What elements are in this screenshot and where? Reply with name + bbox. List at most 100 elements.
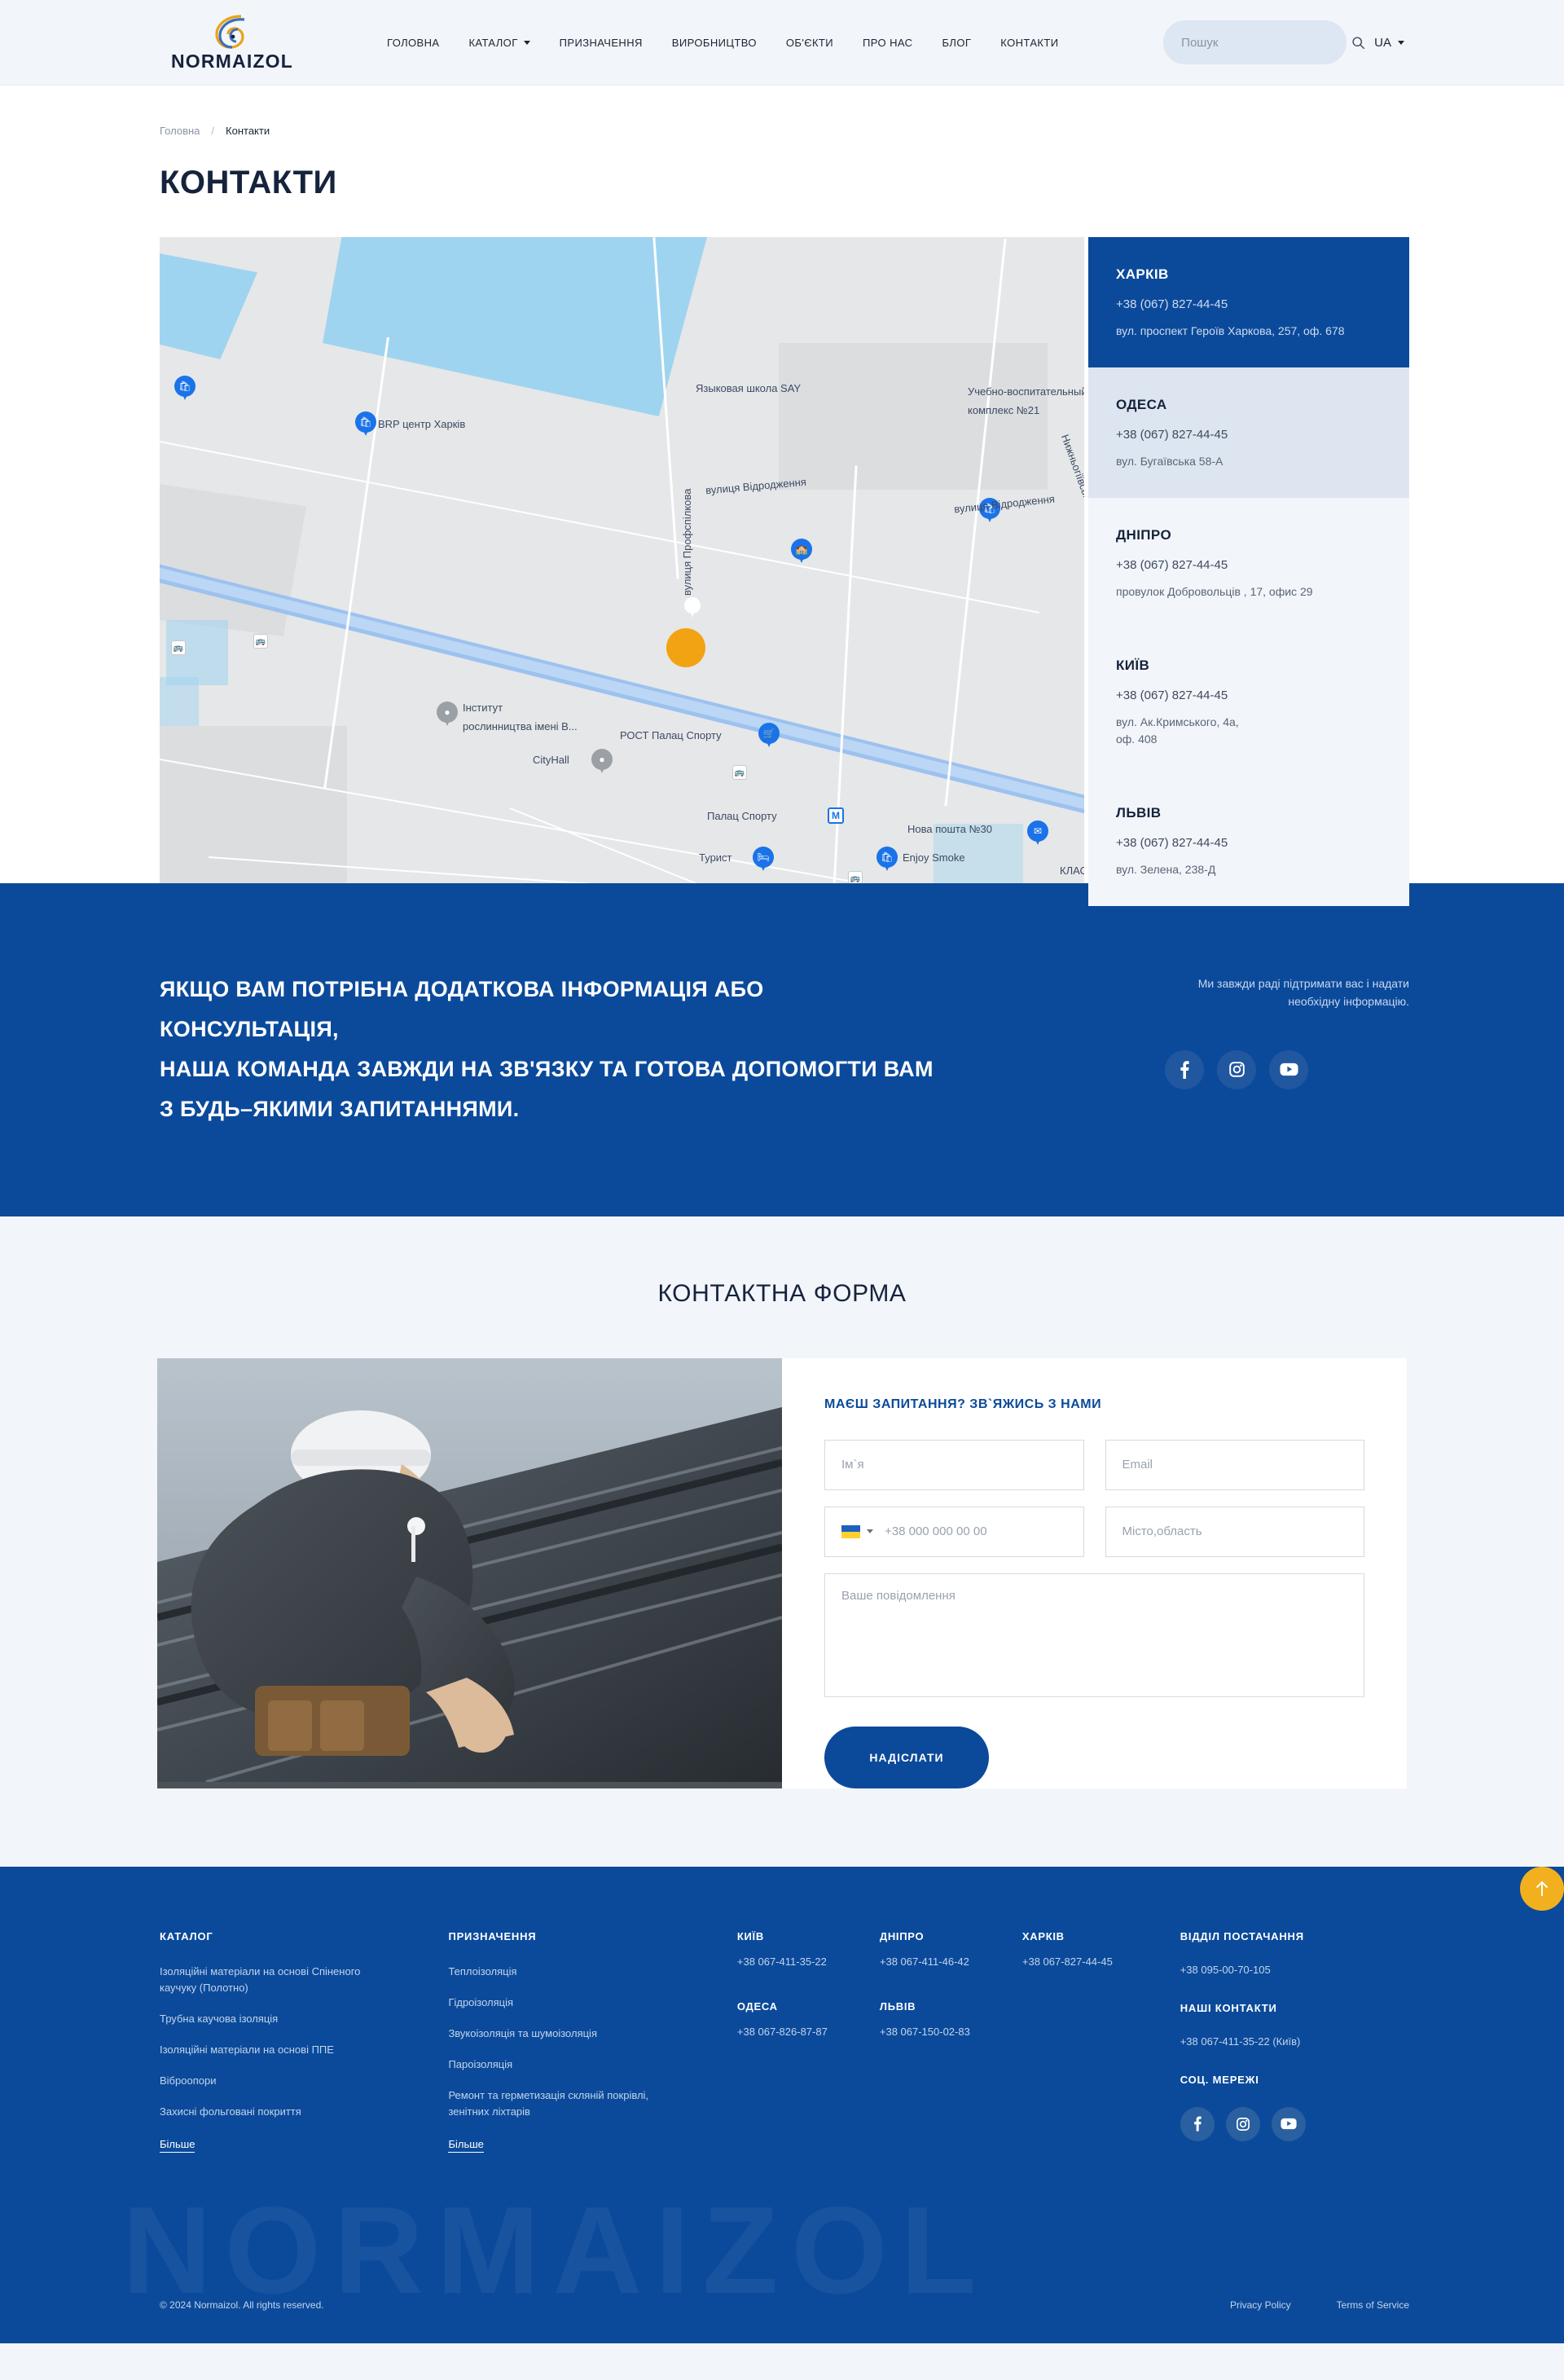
footer-supply-phone[interactable]: +38 095-00-70-105 (1180, 1964, 1409, 1976)
footer-link[interactable]: Захисні фольговані покриття (160, 2104, 396, 2120)
facebook-icon[interactable] (1180, 2106, 1215, 2141)
map-poi-turist-icon[interactable]: 🛏 (753, 847, 774, 874)
footer-more-catalog[interactable]: Більше (160, 2138, 196, 2153)
email-field[interactable] (1105, 1439, 1364, 1490)
office-phone[interactable]: +38 (067) 827-44-45 (1116, 836, 1382, 850)
chevron-down-icon[interactable] (867, 1529, 873, 1533)
footer-more-purpose[interactable]: Більше (448, 2138, 484, 2153)
form-row-2 (824, 1506, 1364, 1557)
map-block (779, 343, 1048, 490)
office-card-lviv[interactable]: ЛЬВІВ +38 (067) 827-44-45 вул. Зелена, 2… (1088, 776, 1409, 906)
office-card-kharkiv[interactable]: ХАРКІВ +38 (067) 827-44-45 вул. проспект… (1088, 237, 1409, 367)
map-bus-stop-icon[interactable]: 🚌 (171, 640, 186, 655)
map-bus-stop-icon[interactable]: 🚌 (253, 634, 268, 649)
map-label: комплекс №21 (968, 404, 1040, 416)
terms-of-service-link[interactable]: Terms of Service (1337, 2299, 1409, 2311)
footer-link[interactable]: Теплоізоляція (448, 1964, 684, 1980)
map-poi-brp-icon[interactable]: 🛍 (355, 411, 376, 439)
footer-contacts-phone[interactable]: +38 067-411-35-22 (Київ) (1180, 2035, 1409, 2048)
nav-item-production[interactable]: ВИРОБНИЦТВО (672, 37, 757, 49)
map-label: Enjoy Smoke (903, 851, 965, 864)
footer-link[interactable]: Ізоляційні матеріали на основі ППЕ (160, 2042, 396, 2058)
footer-link[interactable]: Ізоляційні матеріали на основі Спіненого… (160, 1964, 396, 1996)
footer-city-dnipro: ДНІПРО +38 067-411-46-42 (880, 1930, 1022, 1968)
submit-button[interactable]: НАДІСЛАТИ (824, 1726, 989, 1788)
office-phone[interactable]: +38 (067) 827-44-45 (1116, 688, 1382, 702)
privacy-policy-link[interactable]: Privacy Policy (1230, 2299, 1291, 2311)
office-card-dnipro[interactable]: ДНІПРО +38 (067) 827-44-45 провулок Добр… (1088, 498, 1409, 628)
nav-item-blog[interactable]: БЛОГ (942, 37, 971, 49)
footer-column-supply: ВІДДІЛ ПОСТАЧАННЯ +38 095-00-70-105 НАШІ… (1180, 1930, 1409, 2153)
footer-link[interactable]: Ремонт та герметизація скляній покрівлі,… (448, 2087, 684, 2120)
name-input[interactable] (841, 1458, 1067, 1472)
map-poi-rost-icon[interactable]: 🛒 (758, 723, 780, 750)
footer-link[interactable]: Пароізоляція (448, 2057, 684, 2073)
office-card-kyiv[interactable]: КИЇВ +38 (067) 827-44-45 вул. Ак.Кримськ… (1088, 628, 1409, 776)
breadcrumb-home[interactable]: Головна (160, 125, 200, 137)
youtube-icon[interactable] (1271, 2106, 1306, 2141)
email-input[interactable] (1122, 1458, 1347, 1472)
language-selector[interactable]: UA (1374, 36, 1404, 50)
footer-city-phone[interactable]: +38 067-827-44-45 (1022, 1955, 1165, 1968)
site-logo[interactable]: NORMAIZOL (155, 13, 310, 73)
office-phone[interactable]: +38 (067) 827-44-45 (1116, 428, 1382, 442)
search-icon[interactable] (1351, 36, 1365, 50)
map-poi-shop-icon[interactable]: 🛍 (174, 376, 196, 403)
scroll-to-top-button[interactable] (1520, 1866, 1564, 1911)
phone-input[interactable] (885, 1524, 1067, 1538)
footer-city-phone[interactable]: +38 067-411-46-42 (880, 1955, 1022, 1968)
office-phone[interactable]: +38 (067) 827-44-45 (1116, 558, 1382, 572)
facebook-icon[interactable] (1165, 1049, 1204, 1089)
message-input[interactable] (841, 1588, 1347, 1682)
map-office-marker[interactable] (666, 628, 705, 667)
instagram-icon[interactable] (1217, 1049, 1256, 1089)
language-label: UA (1374, 35, 1391, 50)
map-poi-enjoysmoke-icon[interactable]: 🛍 (876, 847, 898, 874)
cta-side: Ми завжди раді підтримати вас і надати н… (1165, 970, 1409, 1089)
map-poi-institute-icon[interactable]: ● (437, 702, 458, 729)
city-field[interactable] (1105, 1506, 1364, 1557)
chevron-down-icon (523, 40, 530, 45)
arrow-up-icon (1535, 1881, 1549, 1896)
offices-list: ХАРКІВ +38 (067) 827-44-45 вул. проспект… (1088, 237, 1409, 906)
footer-link[interactable]: Віброопори (160, 2073, 396, 2089)
nav-item-home[interactable]: ГОЛОВНА (387, 37, 439, 49)
cta-line-2: НАША КОМАНДА ЗАВЖДИ НА ЗВ'ЯЗКУ ТА ГОТОВА… (160, 1057, 934, 1082)
instagram-icon[interactable] (1225, 2106, 1260, 2141)
message-field[interactable] (824, 1573, 1364, 1697)
youtube-icon[interactable] (1269, 1049, 1308, 1089)
footer-link[interactable]: Трубна каучова ізоляція (160, 2011, 396, 2027)
search-input[interactable] (1181, 35, 1344, 50)
footer-city-name: ХАРКІВ (1021, 1929, 1065, 1942)
office-city: ХАРКІВ (1116, 266, 1169, 282)
city-input[interactable] (1122, 1524, 1347, 1538)
nav-item-catalog[interactable]: КАТАЛОГ (468, 37, 530, 49)
phone-field[interactable] (824, 1506, 1084, 1557)
nav-label: БЛОГ (942, 36, 972, 49)
map-metro-icon[interactable]: M (828, 807, 844, 824)
nav-item-purpose[interactable]: ПРИЗНАЧЕННЯ (560, 37, 643, 49)
map-poi-novaposhta-icon[interactable]: ✉ (1027, 820, 1048, 848)
footer-city-name: КИЇВ (736, 1929, 764, 1942)
nav-item-about[interactable]: ПРО НАС (863, 37, 912, 49)
map-view[interactable]: 🛍 🛍 ● ● 🛒 🛏 🍴 🛍 🛍 (160, 237, 1084, 883)
footer-link[interactable]: Гідроізоляція (448, 1995, 684, 2011)
office-phone[interactable]: +38 (067) 827-44-45 (1116, 297, 1382, 311)
nav-item-contacts[interactable]: КОНТАКТИ (1000, 37, 1058, 49)
footer-link[interactable]: Звукоізоляція та шумоізоляція (448, 2026, 684, 2042)
form-body: МАЄШ ЗАПИТАННЯ? ЗВ`ЯЖИСЬ З НАМИ Ім`я Ema… (782, 1358, 1407, 1788)
nav-item-objects[interactable]: ОБ'ЄКТИ (786, 37, 833, 49)
map-poi-cityhall-icon[interactable]: ● (591, 749, 613, 776)
footer-city-phone[interactable]: +38 067-826-87-87 (737, 2026, 880, 2038)
form-section-title: КОНТАКТНА ФОРМА (657, 1279, 907, 1307)
footer-city-phone[interactable]: +38 067-411-35-22 (737, 1955, 880, 1968)
name-field[interactable] (824, 1439, 1084, 1490)
footer-city-phone[interactable]: +38 067-150-02-83 (880, 2026, 1022, 2038)
map-bus-stop-icon[interactable]: 🚌 (848, 871, 863, 883)
footer-heading-contacts: НАШІ КОНТАКТИ (1180, 2001, 1277, 2014)
search-box[interactable] (1163, 20, 1365, 64)
map-poi-school-icon[interactable]: 🏫 (791, 539, 812, 566)
map-bus-stop-icon[interactable]: 🚌 (732, 765, 747, 780)
map-label: Нова пошта №30 (907, 823, 992, 835)
office-card-odesa[interactable]: ОДЕСА +38 (067) 827-44-45 вул. Бугаївськ… (1088, 367, 1409, 498)
